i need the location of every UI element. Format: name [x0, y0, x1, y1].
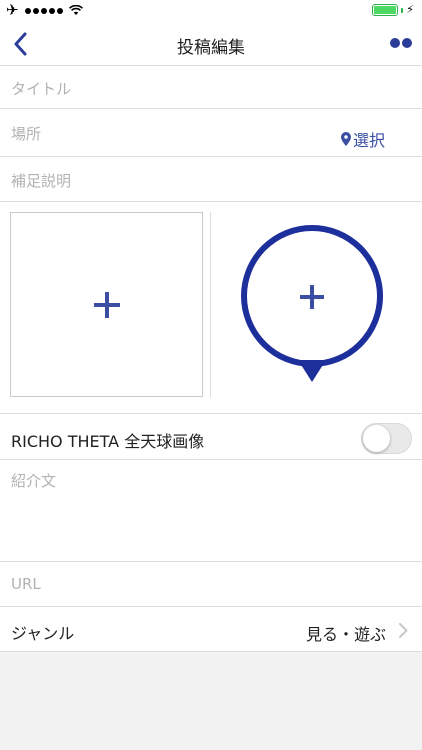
genre-label: ジャンル: [11, 624, 75, 643]
title-input[interactable]: タイトル: [11, 78, 71, 99]
genre-value: 見る・遊ぶ: [305, 625, 386, 644]
post-edit-form: タイトル 場所 選択 補足説明 RICHO THETA 全天球画像 紹介文 UR…: [0, 66, 422, 652]
toggle-knob: [363, 425, 390, 452]
status-bar: ✈ ⚡: [0, 0, 422, 22]
supplement-row[interactable]: 補足説明: [0, 157, 422, 202]
charging-bolt-icon: ⚡: [406, 3, 414, 16]
plus-icon: [93, 291, 120, 318]
chevron-right-icon: [399, 623, 408, 638]
genre-row[interactable]: ジャンル 見る・遊ぶ: [0, 607, 422, 652]
airplane-icon: ✈: [6, 1, 19, 19]
navigation-bar: 投稿編集: [0, 22, 422, 66]
page-title: 投稿編集: [177, 38, 245, 58]
intro-textarea[interactable]: 紹介文: [11, 470, 56, 491]
status-left: ✈: [6, 3, 83, 18]
more-button[interactable]: [390, 38, 412, 48]
more-dots-icon: [390, 38, 400, 48]
richo-theta-toggle[interactable]: [361, 423, 412, 454]
photo-divider: [210, 212, 211, 397]
signal-strength-icon: [24, 7, 63, 14]
richo-theta-row: RICHO THETA 全天球画像: [0, 415, 422, 460]
place-select-label: 選択: [352, 131, 385, 150]
place-label: 場所: [11, 125, 42, 143]
status-right: ⚡: [372, 4, 414, 16]
add-photo-button[interactable]: [10, 212, 203, 397]
wifi-icon: [68, 5, 83, 15]
url-row[interactable]: URL: [0, 562, 422, 607]
place-select-button[interactable]: 選択: [340, 127, 385, 151]
battery-icon: [372, 4, 399, 16]
place-row: 場所 選択: [0, 109, 422, 157]
url-input[interactable]: URL: [11, 575, 41, 593]
location-pin-icon: [340, 132, 351, 146]
intro-row[interactable]: 紹介文: [0, 460, 422, 562]
supplement-input[interactable]: 補足説明: [11, 170, 71, 191]
richo-theta-label: RICHO THETA 全天球画像: [11, 432, 205, 451]
title-row[interactable]: タイトル: [0, 66, 422, 109]
add-location-pin-button[interactable]: [240, 224, 384, 384]
